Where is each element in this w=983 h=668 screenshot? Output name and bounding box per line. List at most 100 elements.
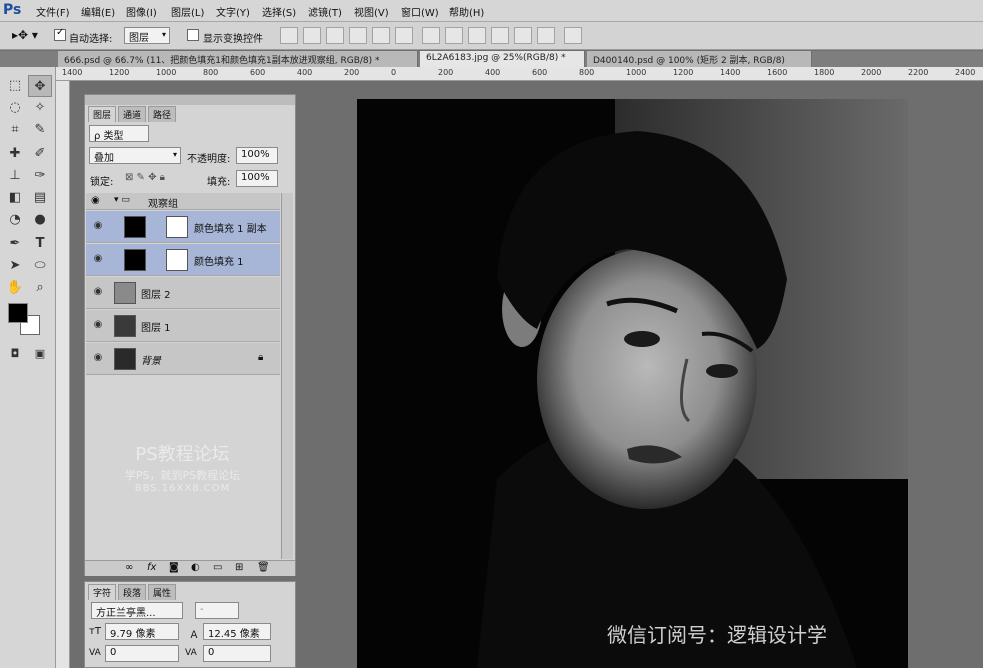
mask-icon[interactable]: ◙	[169, 562, 179, 573]
eye-icon[interactable]: ◉	[91, 195, 100, 206]
layer-filter-dropdown[interactable]: ρ 类型	[89, 125, 149, 142]
marquee-tool-icon[interactable]: ⬚	[3, 75, 27, 97]
align-top-button[interactable]	[280, 27, 298, 44]
menu-filter[interactable]: 滤镜(T)	[308, 4, 342, 19]
trash-icon[interactable]: 🗑︎	[257, 562, 270, 573]
zoom-tool-icon[interactable]: ⌕	[28, 277, 52, 299]
fill-input[interactable]: 100%	[236, 170, 278, 187]
tab-properties[interactable]: 属性	[148, 584, 177, 600]
menu-image[interactable]: 图像(I)	[126, 4, 157, 19]
font-style-dropdown[interactable]: -	[195, 602, 239, 619]
menu-help[interactable]: 帮助(H)	[449, 4, 484, 19]
layer-row[interactable]: ◉ 颜色填充 1 副本	[86, 211, 280, 243]
tab-document-d400140[interactable]: D400140.psd @ 100% (矩形 2 副本, RGB/8)	[587, 51, 812, 67]
eye-icon[interactable]: ◉	[91, 319, 105, 333]
layers-scrollbar[interactable]	[281, 193, 293, 559]
layer-row[interactable]: ◉ 背景 🔒︎	[86, 343, 280, 375]
document-photo[interactable]: 微信订阅号：逻辑设计学	[357, 99, 908, 668]
align-bottom-button[interactable]	[326, 27, 344, 44]
blend-mode-dropdown[interactable]: 叠加 ▾	[89, 147, 181, 164]
auto-select-dropdown[interactable]: 图层 ▾	[124, 27, 170, 44]
ruler-tick-label: 1800	[814, 68, 835, 77]
font-size-icon: тT	[89, 626, 101, 637]
screen-mode-icon[interactable]: ▣	[28, 343, 52, 365]
tab-channels[interactable]: 通道	[118, 106, 147, 122]
clone-stamp-icon[interactable]: ⊥	[3, 165, 27, 187]
pen-tool-icon[interactable]: ✒	[3, 233, 27, 255]
path-select-icon[interactable]: ➤	[3, 255, 27, 277]
layer-row[interactable]: ◉ 图层 2	[86, 277, 280, 309]
distribute-hcenter-button[interactable]	[514, 27, 532, 44]
menu-edit[interactable]: 编辑(E)	[81, 4, 115, 19]
menu-view[interactable]: 视图(V)	[354, 4, 389, 19]
align-hcenter-button[interactable]	[372, 27, 390, 44]
tab-paragraph[interactable]: 段落	[118, 584, 147, 600]
menu-layer[interactable]: 图层(L)	[171, 4, 204, 19]
distribute-left-button[interactable]	[491, 27, 509, 44]
distribute-vcenter-button[interactable]	[445, 27, 463, 44]
eye-icon[interactable]: ◉	[91, 253, 105, 267]
eye-icon[interactable]: ◉	[91, 286, 105, 300]
tab-document-6l2a6183[interactable]: 6L2A6183.jpg @ 25%(RGB/8) *	[420, 51, 585, 67]
show-transform-checkbox[interactable]	[187, 29, 199, 41]
kerning-icon: VA	[89, 648, 101, 658]
new-group-icon[interactable]: ▭	[213, 562, 222, 573]
ellipse-tool-icon[interactable]: ⬭	[28, 255, 52, 277]
dodge-tool-icon[interactable]: ●	[28, 209, 52, 231]
quick-mask-icon[interactable]: ◘	[3, 343, 27, 365]
eraser-tool-icon[interactable]: ◧	[3, 187, 27, 209]
font-size-input[interactable]: 9.79 像素	[105, 623, 179, 640]
portrait-image	[357, 99, 908, 668]
layer-thumbnail	[124, 216, 146, 238]
eyedropper-icon[interactable]: ✎	[28, 119, 52, 141]
opacity-input[interactable]: 100%	[236, 147, 278, 164]
ruler-tick-label: 600	[250, 68, 266, 77]
history-brush-icon[interactable]: ✑	[28, 165, 52, 187]
ruler-tick-label: 2000	[861, 68, 882, 77]
new-layer-icon[interactable]: ⊞	[235, 562, 243, 573]
eye-icon[interactable]: ◉	[91, 352, 105, 366]
eye-icon[interactable]: ◉	[91, 220, 105, 234]
menu-select[interactable]: 选择(S)	[262, 4, 296, 19]
panel-grip[interactable]	[85, 95, 295, 105]
align-vcenter-button[interactable]	[303, 27, 321, 44]
auto-select-checkbox[interactable]: ✓	[54, 27, 66, 41]
watermark-subtitle: 学PS，就到PS教程论坛	[124, 469, 241, 482]
kerning-input[interactable]: 0	[105, 645, 179, 662]
align-right-button[interactable]	[395, 27, 413, 44]
character-panel: 字符 段落 属性 方正兰亭黑... - тT 9.79 像素 Ａ 12.45 像…	[84, 581, 296, 668]
hand-tool-icon[interactable]: ✋	[3, 277, 27, 299]
distribute-right-button[interactable]	[537, 27, 555, 44]
type-tool-icon[interactable]: T	[28, 233, 52, 255]
healing-brush-icon[interactable]: ✚	[3, 143, 27, 165]
auto-align-button[interactable]	[564, 27, 582, 44]
align-left-button[interactable]	[349, 27, 367, 44]
menu-file[interactable]: 文件(F)	[36, 4, 70, 19]
tab-character[interactable]: 字符	[88, 584, 117, 600]
tab-document-666[interactable]: 666.psd @ 66.7% (11、把颜色填充1和颜色填充1副本放进观察组,…	[58, 51, 418, 67]
lasso-tool-icon[interactable]: ◌	[3, 97, 27, 119]
link-icon[interactable]: ∞	[125, 562, 133, 573]
move-tool-icon[interactable]: ▸✥ ▾	[12, 28, 38, 42]
tab-layers[interactable]: 图层	[88, 106, 117, 122]
fx-icon[interactable]: fx	[147, 562, 156, 573]
layer-row[interactable]: ◉ 图层 1	[86, 310, 280, 342]
menu-window[interactable]: 窗口(W)	[401, 4, 439, 19]
brush-tool-icon[interactable]: ✐	[28, 143, 52, 165]
tab-paths[interactable]: 路径	[148, 106, 177, 122]
tracking-input[interactable]: 0	[203, 645, 271, 662]
move-tool-icon[interactable]: ✥	[28, 75, 52, 97]
distribute-bottom-button[interactable]	[468, 27, 486, 44]
magic-wand-icon[interactable]: ✧	[28, 97, 52, 119]
blur-tool-icon[interactable]: ◔	[3, 209, 27, 231]
gradient-tool-icon[interactable]: ▤	[28, 187, 52, 209]
lock-icons[interactable]: ⊠ ✎ ✥ 🔒︎	[125, 172, 165, 183]
adjustment-icon[interactable]: ◐	[191, 562, 200, 573]
distribute-top-button[interactable]	[422, 27, 440, 44]
crop-tool-icon[interactable]: ⌗	[3, 119, 27, 141]
font-family-dropdown[interactable]: 方正兰亭黑...	[91, 602, 183, 619]
layer-group-row[interactable]: ◉ ▾ ▭ 观察组	[86, 193, 280, 210]
menu-type[interactable]: 文字(Y)	[216, 4, 250, 19]
leading-input[interactable]: 12.45 像素	[203, 623, 271, 640]
layer-row[interactable]: ◉ 颜色填充 1	[86, 244, 280, 276]
